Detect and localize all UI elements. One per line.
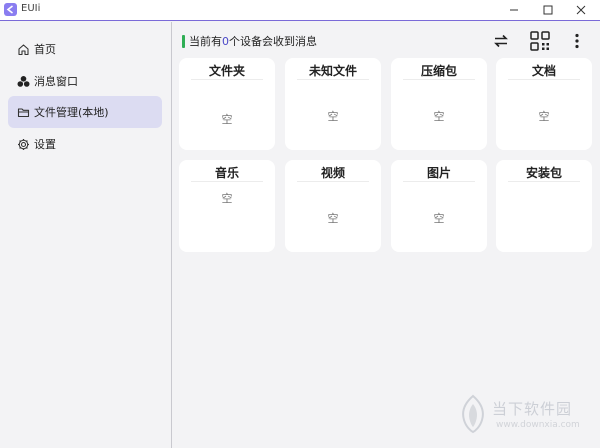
category-title: 文件夹 [208, 64, 245, 78]
sidebar-item-messages[interactable]: 消息窗口 [8, 65, 162, 97]
category-title: 视频 [320, 166, 345, 180]
category-title: 图片 [426, 166, 451, 180]
gear-icon [18, 138, 29, 150]
sidebar: 首页 消息窗口 文件管理(本地) 设置 [0, 22, 172, 448]
watermark-logo-icon [462, 394, 484, 434]
card-divider [191, 79, 263, 80]
category-card-documents[interactable]: 文档 空 [496, 58, 592, 150]
more-menu-button[interactable] [565, 29, 589, 53]
qr-code-button[interactable] [528, 29, 552, 53]
window-title: EUIi [21, 3, 41, 14]
watermark: 当下软件园 www.downxia.com [458, 392, 598, 442]
empty-label: 空 [221, 113, 233, 126]
card-divider [508, 79, 580, 80]
empty-label: 空 [327, 212, 339, 225]
category-card-folders[interactable]: 文件夹 空 [179, 58, 275, 150]
card-divider [508, 181, 580, 182]
app-logo-icon [4, 3, 17, 16]
sidebar-item-label: 消息窗口 [34, 75, 78, 88]
category-card-installers[interactable]: 安装包 [496, 160, 592, 252]
minimize-icon [510, 9, 518, 11]
more-vertical-icon [575, 33, 579, 49]
minimize-button[interactable] [499, 0, 529, 20]
folder-icon [17, 107, 30, 117]
watermark-url: www.downxia.com [496, 420, 580, 430]
qr-code-icon [530, 31, 550, 51]
sidebar-item-file-manager[interactable]: 文件管理(本地) [8, 96, 162, 128]
empty-label: 空 [221, 192, 233, 205]
sidebar-item-settings[interactable]: 设置 [8, 128, 162, 160]
message-cluster-icon [17, 75, 30, 87]
empty-label: 空 [327, 110, 339, 123]
sidebar-item-label: 设置 [34, 138, 56, 151]
empty-label: 空 [433, 212, 445, 225]
status-suffix: 个设备会收到消息 [229, 35, 317, 48]
status-prefix: 当前有 [189, 35, 222, 48]
category-title: 音乐 [214, 166, 239, 180]
status-indicator [182, 34, 185, 48]
card-divider [297, 181, 369, 182]
close-icon [576, 5, 586, 15]
watermark-text: 当下软件园 [492, 400, 573, 418]
maximize-icon [543, 5, 553, 15]
card-divider [403, 79, 475, 80]
close-button[interactable] [566, 0, 596, 20]
category-card-archives[interactable]: 压缩包 空 [391, 58, 487, 150]
switch-button[interactable] [489, 29, 513, 53]
title-bar: EUIi [0, 0, 600, 21]
sidebar-item-label: 首页 [34, 43, 56, 56]
maximize-button[interactable] [533, 0, 563, 20]
category-card-music[interactable]: 音乐 空 [179, 160, 275, 252]
home-icon [18, 43, 29, 55]
category-title: 安装包 [525, 166, 562, 180]
main-content: 当前有 0 个设备会收到消息 文件夹 空 未知文件 空 压缩包 空 文档 空 音… [173, 22, 600, 448]
sidebar-item-home[interactable]: 首页 [8, 33, 162, 65]
empty-label: 空 [538, 110, 550, 123]
category-title: 文档 [531, 64, 556, 78]
category-title: 未知文件 [308, 64, 357, 78]
sidebar-item-label: 文件管理(本地) [34, 106, 109, 119]
card-divider [403, 181, 475, 182]
category-card-images[interactable]: 图片 空 [391, 160, 487, 252]
device-count: 0 [222, 34, 229, 48]
category-card-unknown[interactable]: 未知文件 空 [285, 58, 381, 150]
card-divider [191, 181, 263, 182]
category-title: 压缩包 [420, 64, 457, 78]
card-divider [297, 79, 369, 80]
empty-label: 空 [433, 110, 445, 123]
category-card-videos[interactable]: 视频 空 [285, 160, 381, 252]
device-status: 当前有 0 个设备会收到消息 [182, 34, 317, 48]
swap-arrows-icon [494, 34, 508, 48]
